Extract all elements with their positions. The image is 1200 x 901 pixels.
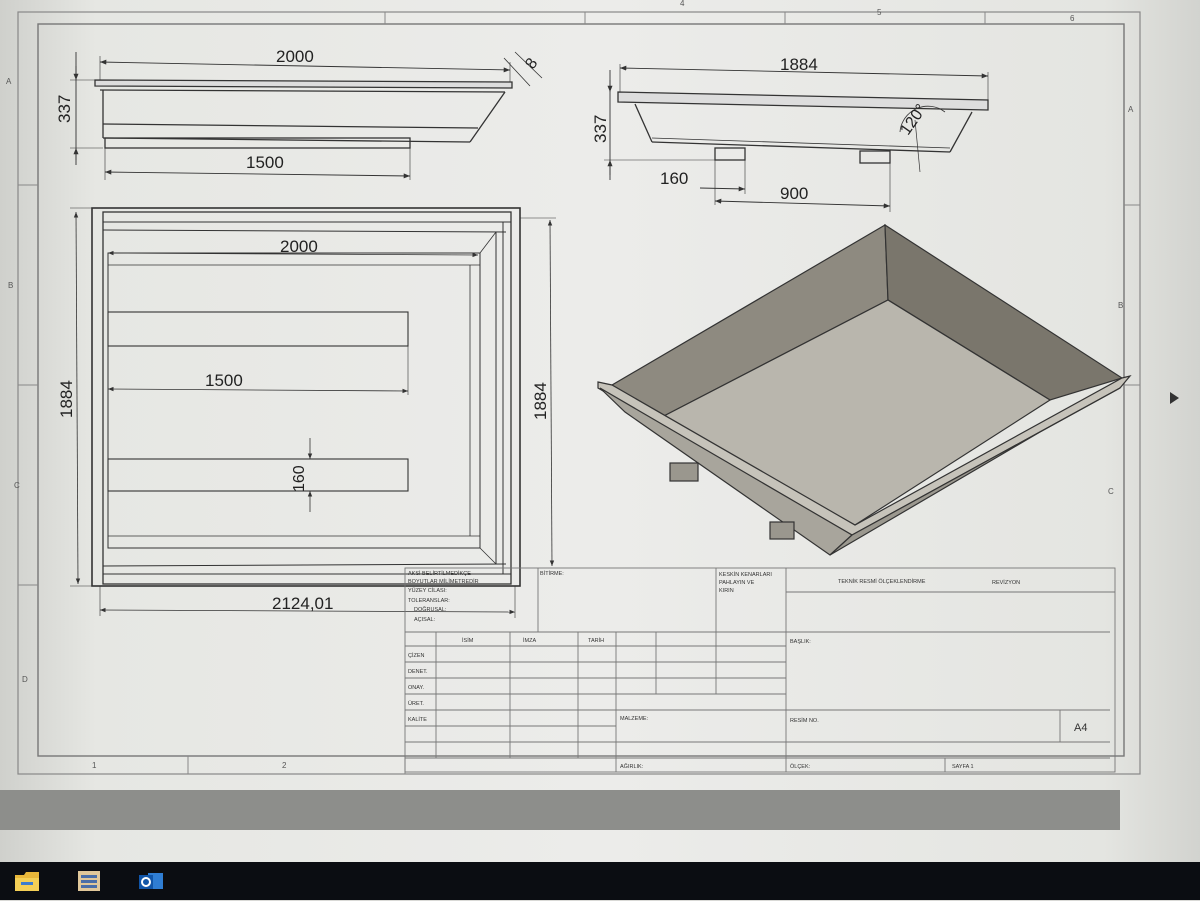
top-inner-width-dimension: 2000 — [280, 237, 318, 256]
revision-label: REVİZYON — [992, 579, 1020, 586]
row-label-a-right: A — [1128, 105, 1134, 114]
top-rail-length-dimension: 1500 — [205, 371, 243, 390]
side-width-dimension: 1884 — [780, 55, 818, 74]
row-label-b: B — [8, 281, 13, 290]
horizontal-scrollbar[interactable] — [0, 790, 1120, 830]
row-manufactured: ÜRET. — [408, 700, 424, 707]
note-line-6: AÇISAL: — [414, 617, 436, 623]
scroll-right-arrow-icon[interactable] — [1170, 392, 1179, 404]
side-leg-spacing-dimension: 900 — [780, 184, 808, 203]
title-block-text: AKSİ BELİRTİLMEDİKÇE BOYUTLAR MİLİMETRED… — [408, 570, 1020, 770]
drawing-number-label: RESİM NO. — [790, 717, 819, 724]
top-view — [70, 207, 556, 618]
title-label: BAŞLIK: — [790, 639, 811, 645]
column-label-5: 5 — [877, 8, 882, 17]
edges-label-3: KIRIN — [719, 588, 734, 594]
sheet-label: SAYFA 1 — [952, 764, 974, 770]
top-left-height-dimension: 1884 — [57, 380, 76, 418]
row-drawn: ÇİZEN — [408, 652, 425, 659]
top-overall-width-dimension: 2124,01 — [272, 594, 333, 613]
weight-label: AĞIRLIK: — [620, 763, 644, 770]
top-right-height-dimension: 1884 — [531, 382, 550, 420]
row-label-c-right: C — [1108, 487, 1114, 496]
outlook-icon[interactable] — [136, 866, 166, 896]
front-height-dimension: 337 — [55, 95, 74, 123]
column-label-4: 4 — [680, 0, 685, 8]
edges-label-2: PAHLAYIN VE — [719, 580, 755, 586]
front-lip-dimension: 8 — [522, 55, 541, 72]
note-line-4: TOLERANSLAR: — [408, 598, 450, 604]
edges-label-1: KESKİN KENARLARI — [719, 571, 772, 578]
front-view — [70, 51, 543, 180]
column-label-6: 6 — [1070, 14, 1075, 23]
column-label-2: 2 — [282, 761, 287, 770]
note-line-1: AKSİ BELİRTİLMEDİKÇE — [408, 570, 471, 577]
row-checked: DENET. — [408, 669, 428, 675]
file-explorer-icon[interactable] — [12, 866, 42, 896]
top-rail-gap-dimension: 160 — [291, 465, 308, 492]
front-bottom-dimension: 1500 — [246, 153, 284, 172]
row-label-d: D — [22, 675, 28, 684]
drawing-viewport: 1 2 4 5 6 A B C D A B C 2000 1500 337 8 — [0, 0, 1200, 862]
isometric-view — [597, 223, 1132, 556]
material-label: MALZEME: — [620, 716, 649, 722]
note-line-3: YÜZEY CİLASI: — [408, 587, 447, 594]
column-label-1: 1 — [92, 761, 97, 770]
scale-note: TEKNİK RESMİ ÖLÇEKLENDİRME — [838, 578, 926, 585]
row-approved: ONAY. — [408, 685, 424, 691]
paper-size: A4 — [1074, 722, 1087, 734]
front-width-dimension: 2000 — [276, 47, 314, 66]
title-block — [404, 567, 1116, 773]
row-label-b-right: B — [1118, 301, 1123, 310]
drawing-sheet: 1 2 4 5 6 A B C D A B C 2000 1500 337 8 — [6, 0, 1141, 775]
side-height-dimension: 337 — [591, 115, 610, 143]
column-date: TARİH — [588, 637, 604, 644]
row-quality: KALİTE — [408, 716, 427, 723]
taskbar — [0, 862, 1200, 900]
row-label-a: A — [6, 77, 12, 86]
side-leg-width-dimension: 160 — [660, 169, 688, 188]
finish-label: BİTİRME: — [540, 570, 564, 577]
row-label-c: C — [14, 481, 20, 490]
file-manager-icon[interactable] — [74, 866, 104, 896]
note-line-5: DOĞRUSAL: — [414, 606, 447, 613]
column-name: İSİM — [462, 637, 474, 644]
scale-label: ÖLÇEK: — [790, 763, 811, 770]
column-signature: İMZA — [523, 637, 536, 644]
note-line-2: BOYUTLAR MİLİMETREDİR — [408, 578, 479, 585]
